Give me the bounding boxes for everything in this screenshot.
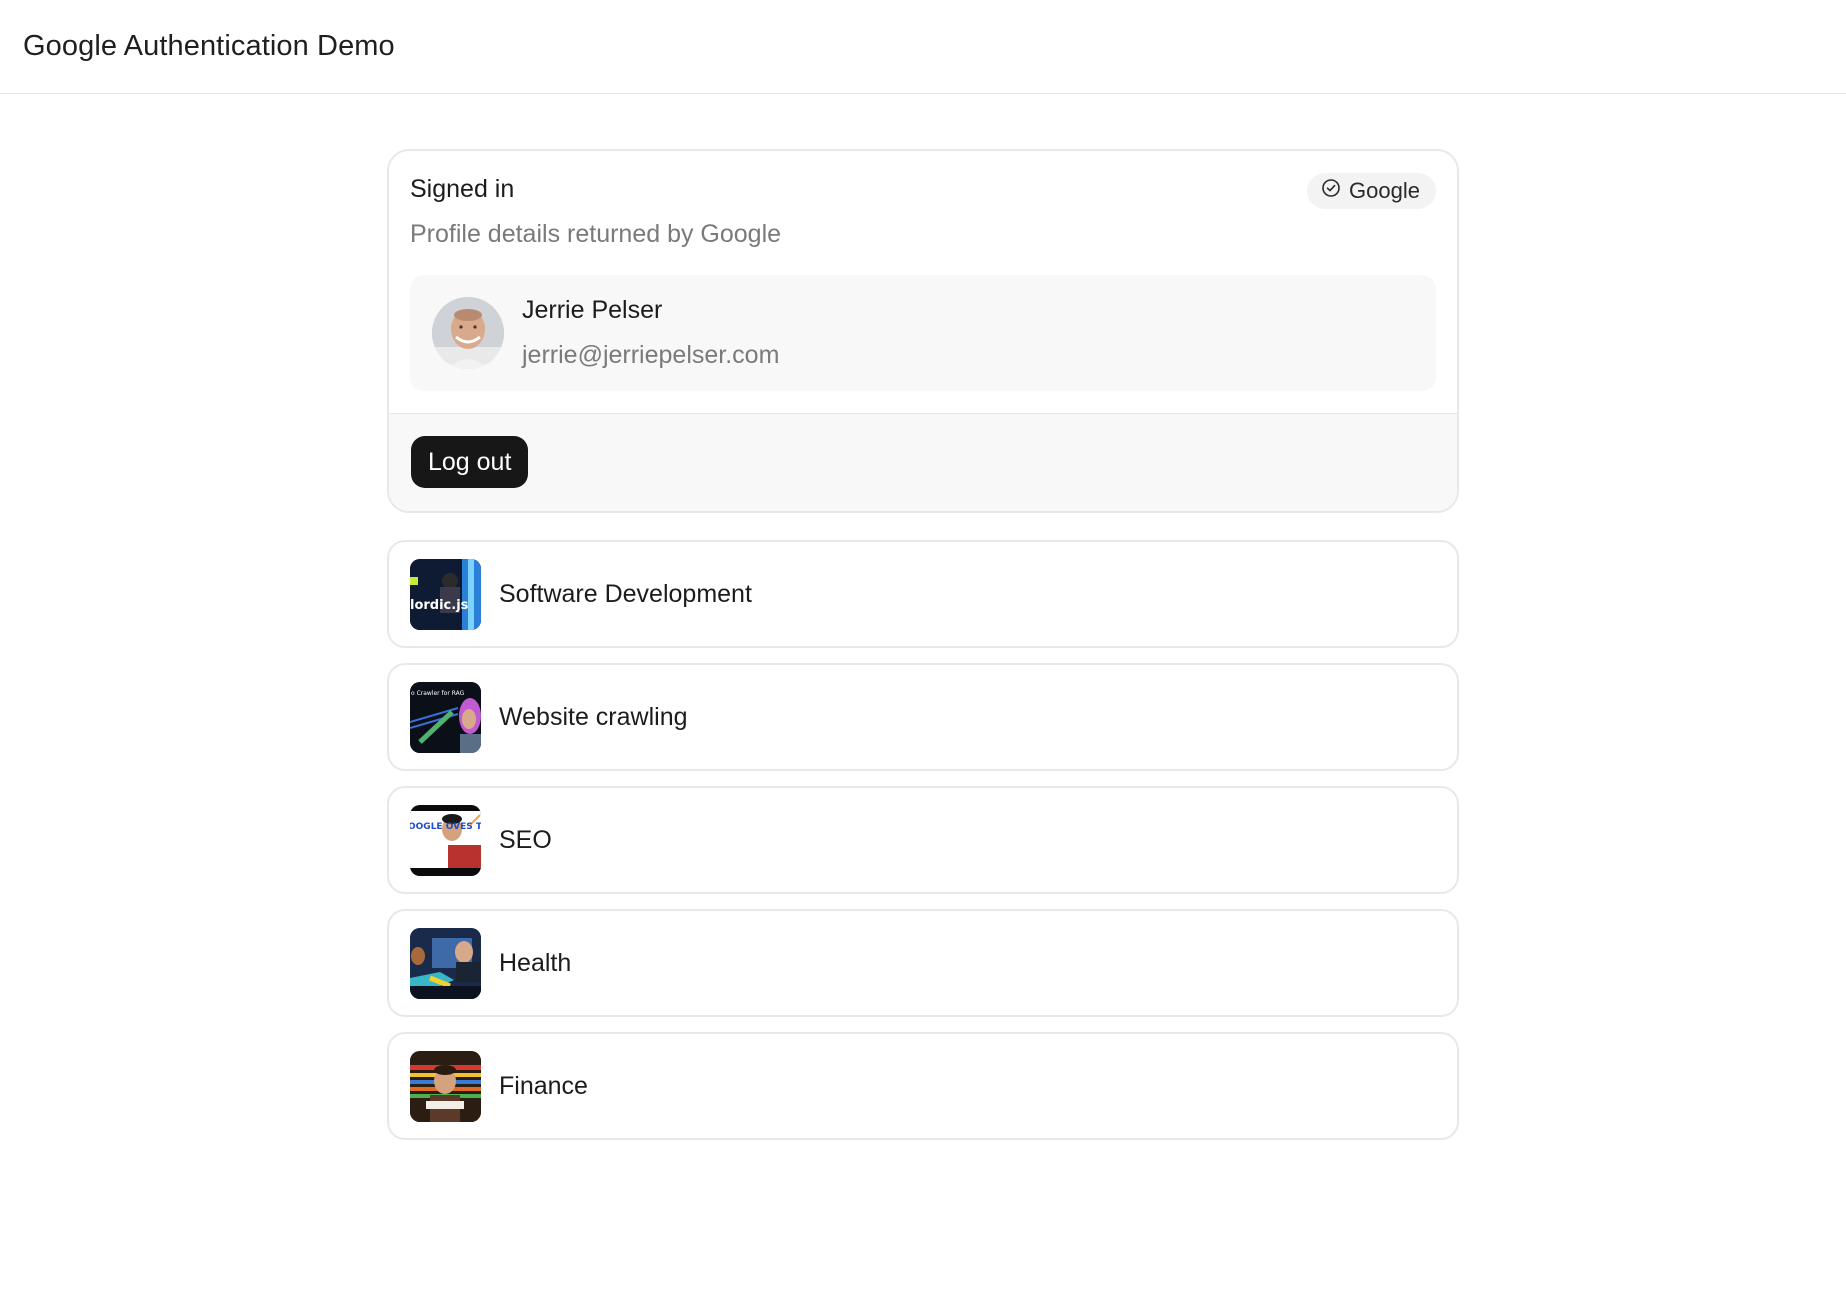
topic-thumbnail xyxy=(410,1050,481,1122)
signed-in-heading: Signed in xyxy=(410,175,515,203)
topic-software-development[interactable]: lordic.js Software Development xyxy=(387,540,1459,648)
topic-thumbnail: lordic.js xyxy=(410,558,481,630)
auth-card-footer: Log out xyxy=(389,413,1457,511)
thumb-text: lordic.js xyxy=(410,598,469,613)
topic-thumbnail: OOGLE OVES THIS xyxy=(410,804,481,876)
topic-label: SEO xyxy=(499,825,552,854)
topic-thumbnail: o Crawler for RAG xyxy=(410,681,481,753)
auth-subtitle: Profile details returned by Google xyxy=(410,220,782,248)
thumb-text: o Crawler for RAG xyxy=(411,690,465,697)
auth-card: Signed in Profile details returned by Go… xyxy=(387,149,1459,513)
avatar xyxy=(432,297,504,369)
topic-label: Website crawling xyxy=(499,702,688,731)
topic-label: Health xyxy=(499,948,572,977)
topic-health[interactable]: Health xyxy=(387,909,1459,1017)
topic-seo[interactable]: OOGLE OVES THIS SEO xyxy=(387,786,1459,894)
topic-list: lordic.js Software Development o Crawler… xyxy=(387,540,1459,1140)
provider-label: Google xyxy=(1349,178,1420,203)
provider-badge: Google xyxy=(1307,173,1436,209)
topic-label: Software Development xyxy=(499,579,752,608)
auth-card-body: Signed in Profile details returned by Go… xyxy=(389,151,1457,413)
profile-email: jerrie@jerriepelser.com xyxy=(522,341,780,369)
logout-button[interactable]: Log out xyxy=(411,436,529,488)
app-title: Google Authentication Demo xyxy=(23,30,395,62)
profile-name: Jerrie Pelser xyxy=(522,296,663,324)
topic-label: Finance xyxy=(499,1071,588,1100)
check-circle-icon xyxy=(1321,178,1341,204)
topic-finance[interactable]: Finance xyxy=(387,1032,1459,1140)
thumb-text: OOGLE OVES THIS xyxy=(410,822,481,832)
topic-thumbnail xyxy=(410,927,481,999)
profile-box: Jerrie Pelser jerrie@jerriepelser.com xyxy=(410,275,1436,391)
main-content: Signed in Profile details returned by Go… xyxy=(387,149,1459,1155)
topic-website-crawling[interactable]: o Crawler for RAG Website crawling xyxy=(387,663,1459,771)
top-bar: Google Authentication Demo xyxy=(0,0,1846,94)
profile-text: Jerrie Pelser jerrie@jerriepelser.com xyxy=(522,296,779,370)
